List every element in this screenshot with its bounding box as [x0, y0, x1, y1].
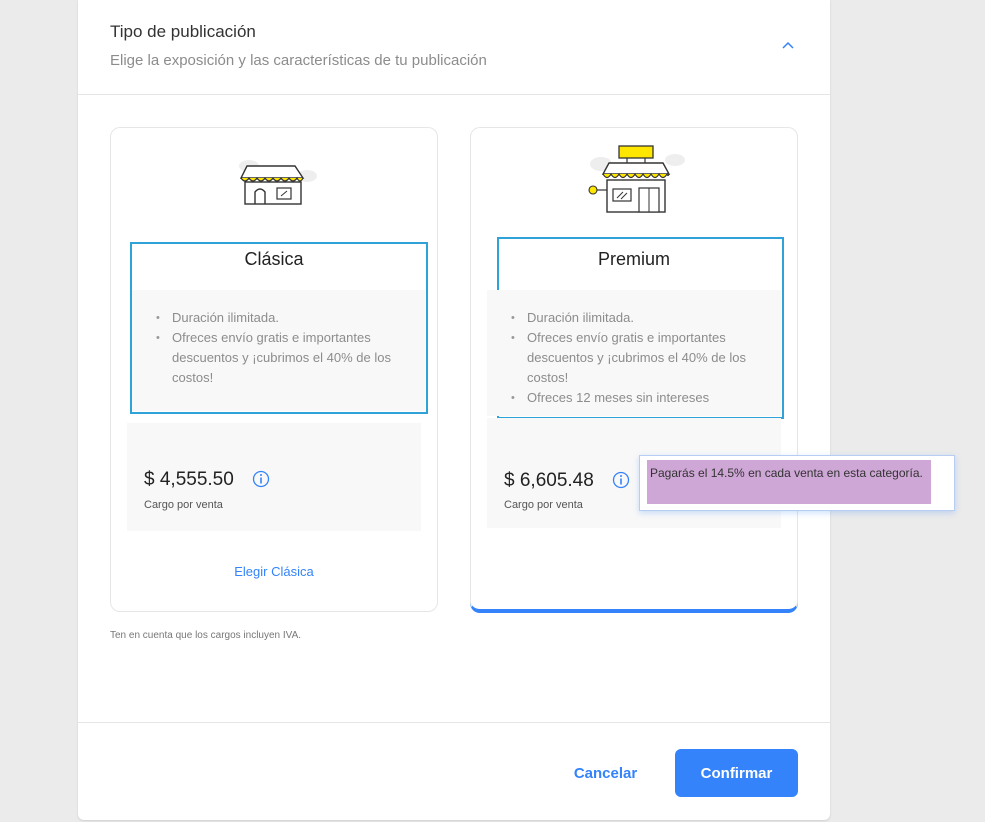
price-premium: $ 6,605.48: [504, 470, 594, 491]
premium-store-icon: [588, 145, 685, 213]
footer: Cancelar Confirmar: [78, 722, 830, 820]
price-label-clasica: Cargo por venta: [144, 499, 223, 511]
confirm-button[interactable]: Confirmar: [675, 749, 798, 797]
section-header[interactable]: Tipo de publicación Elige la exposición …: [78, 0, 830, 95]
card-clasica[interactable]: Clásica Duración ilimitada. Ofreces enví…: [110, 127, 438, 612]
price-area-clasica: $ 4,555.50 Cargo por venta: [127, 423, 421, 531]
cancel-button[interactable]: Cancelar: [558, 749, 653, 797]
store-icon: [239, 160, 317, 205]
chevron-up-icon[interactable]: [781, 38, 795, 52]
card-name-premium: Premium: [597, 249, 670, 269]
fee-tooltip: Pagarás el 14.5% en cada venta en esta c…: [639, 455, 955, 511]
features-clasica: Duración ilimitada. Ofreces envío gratis…: [132, 290, 425, 411]
publication-type-panel: Tipo de publicación Elige la exposición …: [78, 0, 830, 820]
feature-item: Ofreces envío gratis e importantes descu…: [511, 328, 767, 388]
section-subtitle: Elige la exposición y las característica…: [110, 52, 487, 69]
card-premium[interactable]: Premium Duración ilimitada. Ofreces enví…: [470, 127, 798, 612]
feature-item: Duración ilimitada.: [511, 308, 767, 328]
section-title: Tipo de publicación: [110, 22, 256, 41]
choose-clasica-link[interactable]: Elegir Clásica: [111, 564, 437, 579]
feature-item: Ofreces envío gratis e importantes descu…: [156, 328, 411, 388]
card-name-clasica: Clásica: [244, 249, 304, 269]
price-clasica: $ 4,555.50: [144, 469, 234, 490]
info-icon[interactable]: [252, 470, 270, 488]
tooltip-text: Pagarás el 14.5% en cada venta en esta c…: [647, 460, 931, 504]
info-icon[interactable]: [612, 471, 630, 489]
iva-note: Ten en cuenta que los cargos incluyen IV…: [110, 630, 302, 641]
feature-item: Ofreces 12 meses sin intereses: [511, 388, 767, 408]
feature-item: Duración ilimitada.: [156, 308, 411, 328]
price-label-premium: Cargo por venta: [504, 499, 583, 511]
features-premium: Duración ilimitada. Ofreces envío gratis…: [487, 290, 781, 416]
